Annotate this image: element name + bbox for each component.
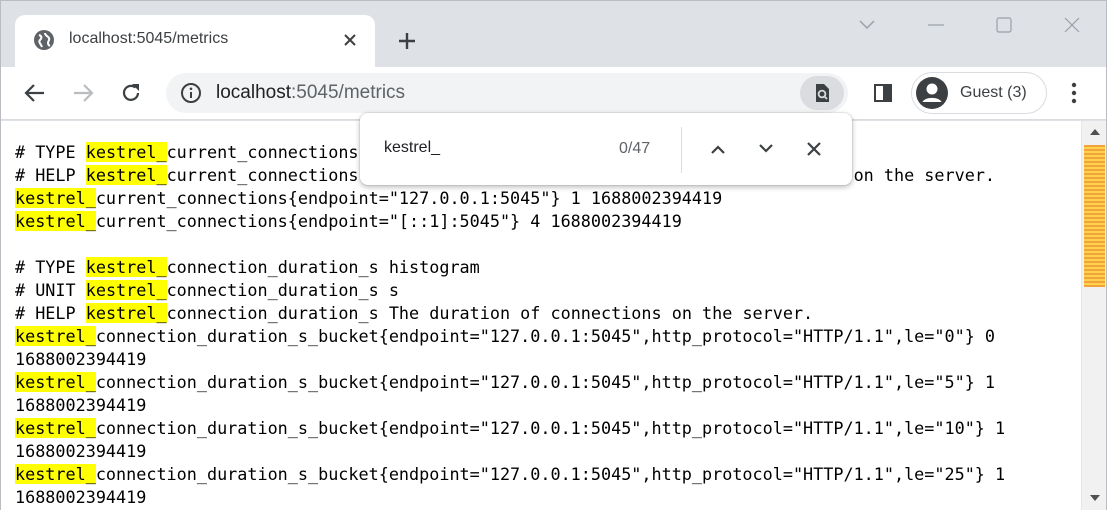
metrics-line: # HELP kestrel_connection_duration_s The…: [15, 302, 1075, 325]
find-divider: [681, 127, 682, 173]
info-icon[interactable]: [180, 82, 202, 104]
browser-window: localhost:5045/metrics localhost:5045/me…: [0, 0, 1107, 510]
line-text: connection_duration_s_bucket{endpoint="1…: [95, 464, 1006, 484]
find-match-count: 0/47: [619, 140, 651, 157]
reload-icon[interactable]: [115, 77, 147, 109]
more-vert-icon[interactable]: [1058, 77, 1090, 109]
maximize-icon[interactable]: [989, 11, 1019, 39]
find-match-highlight: kestrel_: [15, 418, 96, 438]
metrics-line: kestrel_current_connections{endpoint="[:…: [15, 210, 1075, 233]
find-close-button[interactable]: [800, 135, 828, 163]
find-input[interactable]: kestrel_: [384, 139, 440, 157]
tab-close-icon[interactable]: [337, 27, 363, 53]
find-bar: kestrel_ 0/47: [360, 113, 852, 185]
window-close-icon[interactable]: [1057, 11, 1087, 39]
line-prefix: # UNIT: [15, 280, 86, 300]
metrics-line: # UNIT kestrel_connection_duration_s s: [15, 279, 1075, 302]
minimize-icon[interactable]: [921, 11, 951, 39]
profile-button[interactable]: Guest (3): [911, 72, 1047, 114]
close-icon: [807, 142, 821, 156]
line-prefix: # TYPE: [15, 257, 86, 277]
metrics-line: 1688002394419: [15, 440, 1075, 463]
line-text: connection_duration_s s: [166, 280, 399, 300]
back-arrow-icon[interactable]: [19, 77, 51, 109]
find-match-highlight: kestrel_: [85, 303, 167, 323]
tab-title: localhost:5045/metrics: [69, 30, 229, 47]
line-text: connection_duration_s_bucket{endpoint="1…: [95, 326, 996, 346]
tab-metrics[interactable]: localhost:5045/metrics: [15, 15, 375, 67]
metrics-line: kestrel_connection_duration_s_bucket{end…: [15, 463, 1075, 486]
line-prefix: 1688002394419: [15, 441, 147, 461]
chevron-down-icon: [759, 144, 773, 153]
metrics-line: [15, 233, 1075, 256]
metrics-line: kestrel_connection_duration_s_bucket{end…: [15, 325, 1075, 348]
scroll-thumb[interactable]: [1084, 145, 1105, 287]
side-panel-icon[interactable]: [867, 77, 899, 109]
tab-search-chevron-down-icon[interactable]: [852, 11, 882, 39]
forward-arrow-icon[interactable]: [67, 77, 99, 109]
url-host: localhost: [216, 82, 291, 103]
line-prefix: # HELP: [15, 165, 86, 185]
url-path: :5045/metrics: [291, 82, 406, 103]
find-match-highlight: kestrel_: [15, 464, 96, 484]
find-next-button[interactable]: [752, 135, 780, 163]
url-text[interactable]: localhost:5045/metrics: [216, 82, 405, 104]
globe-icon: [33, 29, 55, 51]
line-text: connection_duration_s histogram: [166, 257, 480, 277]
new-tab-button[interactable]: [393, 27, 421, 55]
line-text: current_connections{endpoint="[::1]:5045…: [95, 211, 682, 231]
line-text: connection_duration_s_bucket{endpoint="1…: [95, 418, 1006, 438]
metrics-line: 1688002394419: [15, 394, 1075, 417]
metrics-line: 1688002394419: [15, 348, 1075, 371]
metrics-line: kestrel_connection_duration_s_bucket{end…: [15, 371, 1075, 394]
find-match-highlight: kestrel_: [15, 372, 96, 392]
line-prefix: 1688002394419: [15, 395, 147, 415]
find-match-highlight: kestrel_: [85, 257, 167, 277]
metrics-text: # TYPE kestrel_current_connections gauge…: [15, 141, 1075, 509]
find-previous-button[interactable]: [704, 135, 732, 163]
find-match-highlight: kestrel_: [85, 280, 167, 300]
address-bar[interactable]: localhost:5045/metrics: [166, 73, 848, 113]
scroll-down-icon[interactable]: [1082, 487, 1107, 509]
line-text: current_connections{endpoint="127.0.0.1:…: [95, 188, 723, 208]
find-match-highlight: kestrel_: [85, 165, 167, 185]
find-match-highlight: kestrel_: [15, 188, 96, 208]
metrics-line: kestrel_current_connections{endpoint="12…: [15, 187, 1075, 210]
chevron-up-icon: [711, 145, 725, 154]
metrics-line: kestrel_connection_duration_s_bucket{end…: [15, 417, 1075, 440]
metrics-line: # TYPE kestrel_connection_duration_s his…: [15, 256, 1075, 279]
line-prefix: 1688002394419: [15, 349, 147, 369]
scroll-up-icon[interactable]: [1082, 121, 1107, 143]
line-prefix: # TYPE: [15, 142, 86, 162]
line-prefix: # HELP: [15, 303, 86, 323]
vertical-scrollbar[interactable]: [1081, 121, 1106, 510]
find-match-highlight: kestrel_: [15, 211, 96, 231]
find-in-page-icon[interactable]: [800, 76, 844, 110]
line-text: connection_duration_s_bucket{endpoint="1…: [95, 372, 996, 392]
metrics-line: 1688002394419: [15, 486, 1075, 509]
line-prefix: 1688002394419: [15, 487, 147, 507]
find-match-highlight: kestrel_: [85, 142, 167, 162]
avatar-icon: [916, 77, 948, 109]
profile-label: Guest (3): [960, 84, 1027, 101]
line-text: connection_duration_s The duration of co…: [166, 303, 814, 323]
tab-strip: localhost:5045/metrics: [1, 1, 1106, 67]
find-match-highlight: kestrel_: [15, 326, 96, 346]
